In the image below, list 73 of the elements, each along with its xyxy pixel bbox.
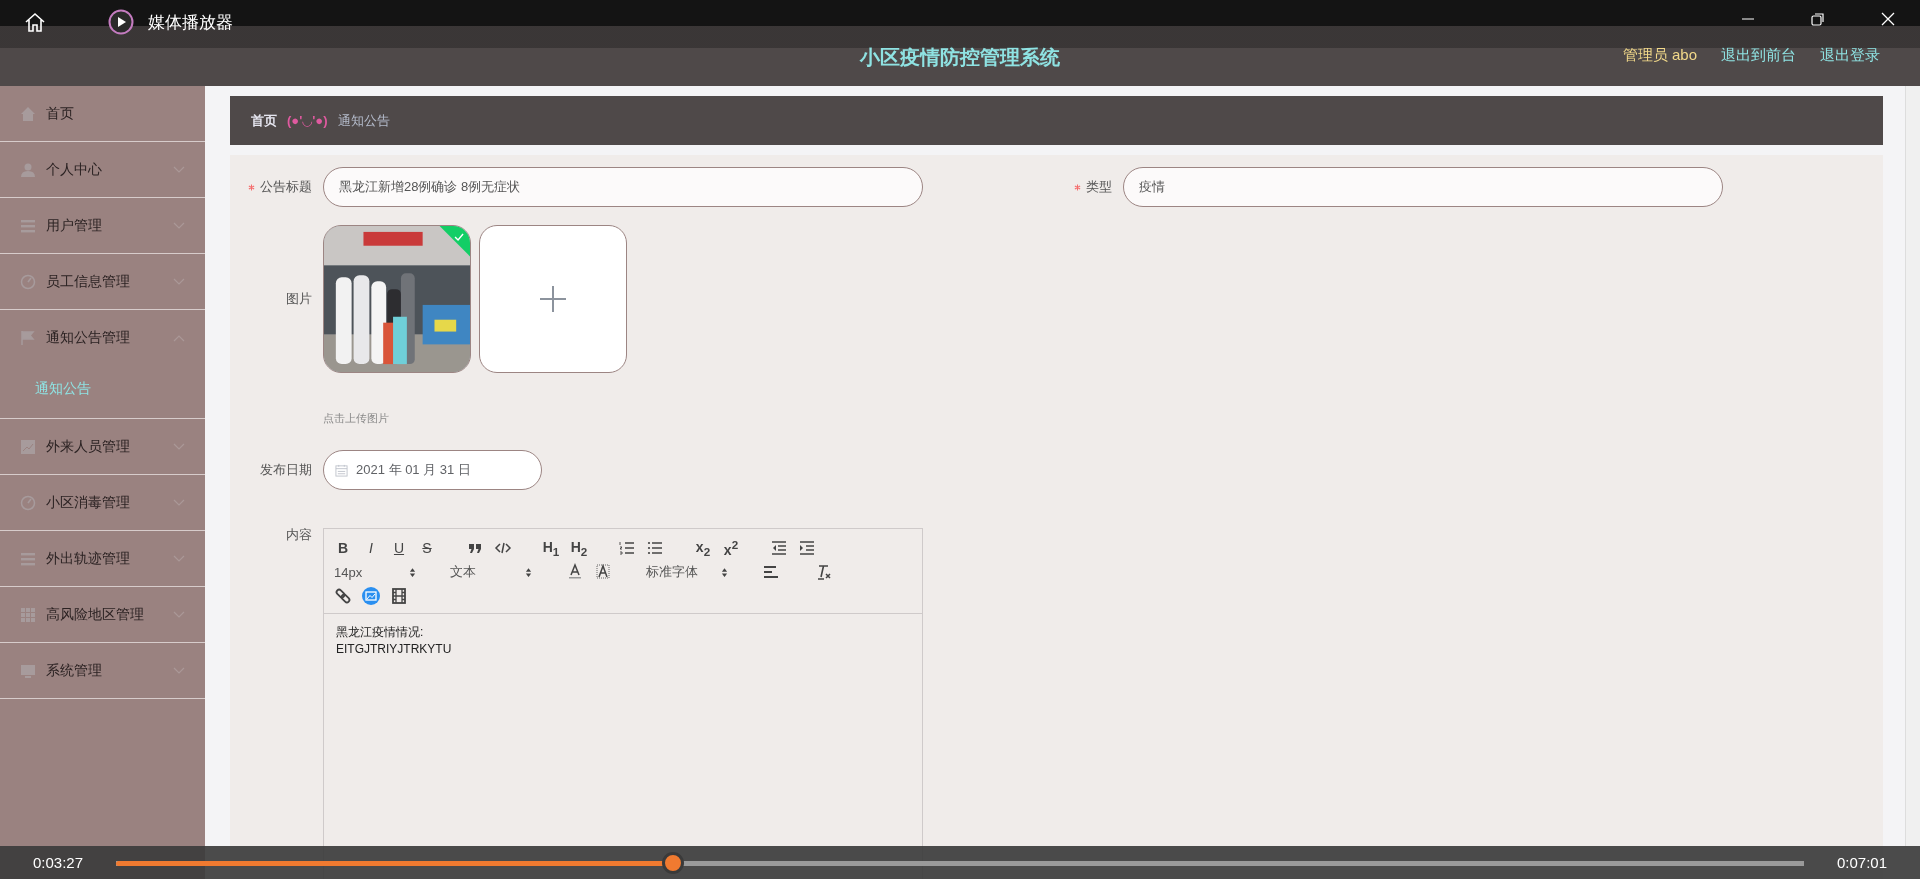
field-label: 内容 [285, 526, 312, 544]
menu-item-icon [20, 161, 36, 178]
link-icon[interactable] [334, 587, 352, 605]
background-icon[interactable] [594, 563, 612, 581]
toolbar-dropdown[interactable]: 14px [334, 564, 416, 580]
sidebar-item[interactable]: 外出轨迹管理 [0, 531, 205, 587]
sidebar-item[interactable]: 员工信息管理 [0, 254, 205, 310]
close-icon[interactable] [1880, 11, 1896, 27]
color-icon[interactable] [566, 563, 584, 581]
field-label: 类型 [1086, 178, 1112, 196]
format-button[interactable]: x$^{2}$ [722, 538, 740, 558]
format-button[interactable]: S [418, 540, 436, 556]
sidebar-item[interactable]: 通知公告管理 [0, 310, 205, 366]
sidebar-item[interactable]: 首页 [0, 86, 205, 142]
header-link[interactable]: 退出登录 [1820, 46, 1880, 65]
indent-icon[interactable] [798, 539, 816, 557]
menu-item-icon [20, 105, 36, 122]
field-label: 发布日期 [259, 461, 312, 479]
sidebar-item[interactable]: 外来人员管理 [0, 419, 205, 475]
editor-text-line: 黑龙江疫情情况: [336, 624, 425, 641]
menu-item-icon [20, 438, 36, 455]
toolbar-dropdown[interactable]: 文本 [450, 563, 532, 581]
toolbar-dropdown[interactable]: 标准字体 [646, 563, 728, 581]
calendar-icon [335, 463, 348, 477]
olist-icon[interactable] [618, 539, 636, 557]
sidebar-item[interactable]: 小区消毒管理 [0, 475, 205, 531]
duration: 0:07:01 [1835, 854, 1888, 871]
menu-item-icon [20, 217, 36, 234]
type-input[interactable]: 疫情 [1123, 167, 1723, 207]
menu-item-icon [20, 606, 36, 623]
upload-button[interactable] [479, 225, 627, 373]
format-button[interactable]: B [334, 540, 352, 556]
restore-icon[interactable] [1810, 11, 1826, 27]
breadcrumb-link[interactable]: 首页 [251, 111, 277, 130]
plus-icon [540, 286, 566, 312]
format-button[interactable]: I [362, 540, 380, 556]
updown-icon [525, 566, 532, 578]
image-icon[interactable] [362, 587, 380, 605]
play-logo-icon [108, 9, 134, 35]
current-time: 0:03:27 [31, 854, 84, 871]
admin-user: 管理员 abo [1622, 46, 1697, 65]
format-button[interactable]: U [390, 540, 408, 556]
format-button[interactable]: H$_{1}$ [542, 538, 560, 558]
system-title: 小区疫情防控管理系统 [860, 44, 1060, 70]
sidebar-item[interactable]: 系统管理 [0, 643, 205, 699]
breadcrumb-current: 通知公告 [337, 111, 390, 130]
home-icon[interactable] [24, 11, 46, 33]
sidebar-item[interactable]: 个人中心 [0, 142, 205, 198]
sidebar-item[interactable]: 用户管理 [0, 198, 205, 254]
ulist-icon[interactable] [646, 539, 664, 557]
sidebar-item[interactable]: 高风险地区管理 [0, 587, 205, 643]
field-label: 图片 [285, 290, 312, 308]
date-input[interactable]: 2021 年 01 月 31 日 [323, 450, 542, 490]
outdent-icon[interactable] [770, 539, 788, 557]
upload-hint: 点击上传图片 [323, 411, 390, 426]
format-button[interactable]: x$_{2}$ [694, 538, 712, 558]
menu-item-icon [20, 550, 36, 567]
menu-item-icon [20, 273, 36, 290]
menu-item-icon [20, 330, 36, 346]
updown-icon [409, 566, 416, 578]
header-link[interactable]: 退出到前台 [1721, 46, 1796, 65]
menu-item-icon [20, 662, 36, 679]
editor-text-line: EITGJTRIYJTRKYTU [336, 641, 453, 658]
menu-item-icon [20, 494, 36, 511]
seek-handle[interactable] [662, 851, 685, 874]
video-icon[interactable] [390, 587, 408, 605]
updown-icon [721, 566, 728, 578]
align-icon[interactable] [762, 563, 780, 581]
format-button[interactable]: H$_{2}$ [570, 538, 588, 558]
player-title: 媒体播放器 [148, 12, 233, 34]
field-label: 公告标题 [260, 178, 312, 196]
breadcrumb-separator: (●'◡'●) [287, 113, 328, 128]
title-input[interactable]: 黑龙江新增28例确诊 8例无症状 [323, 167, 923, 207]
